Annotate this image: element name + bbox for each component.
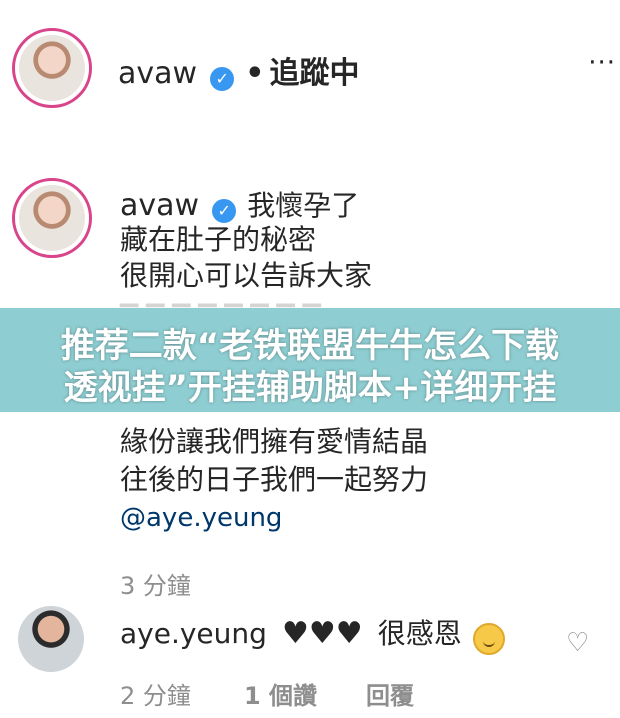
post-author-row: avaw ✓ 我懷孕了 [120,184,359,224]
caption-line-3: 很開心可以告訴大家 [120,259,373,292]
caption-line-1: 我懷孕了 [247,189,360,222]
caption-line-4: 緣份讓我們擁有愛情結晶 [120,425,429,458]
smiling-emoji-icon [472,622,505,655]
comment-likes[interactable]: 1 個讚 [244,676,317,711]
post-username[interactable]: avaw [120,188,199,223]
heart-outline-icon[interactable]: ♡ [566,628,589,658]
post-avatar[interactable] [12,178,92,258]
avatar-image [19,185,85,251]
comment-username[interactable]: aye.yeung [120,617,267,650]
comment-time: 2 分鐘 [120,682,191,710]
more-options-icon[interactable]: ··· [588,48,616,78]
comment-hearts: ♥♥♥ [282,616,363,651]
verified-badge-icon: ✓ [210,66,235,91]
avatar-image [19,35,85,101]
comment-reply-button[interactable]: 回覆 [366,676,414,711]
mention-link[interactable]: @aye.yeung [120,500,282,536]
header-separator: • [245,56,265,91]
comment-row: aye.yeung ♥♥♥ 很感恩 [120,612,505,655]
commenter-avatar[interactable] [18,606,84,672]
header-user-row: avaw ✓ • 追蹤中 [118,48,360,92]
verified-badge-icon: ✓ [212,198,237,223]
caption-line-2: 藏在肚子的秘密 [120,223,317,256]
post-timestamp: 3 分鐘 [120,572,191,600]
comment-text: 很感恩 [377,617,462,650]
header-username[interactable]: avaw [118,56,197,91]
header-avatar[interactable] [12,28,92,108]
banner-line-2: 透视挂”开挂辅助脚本+详细开挂 [63,368,557,408]
caption-line-5: 往後的日子我們一起努力 [120,463,429,496]
follow-status-button[interactable]: 追蹤中 [270,56,360,91]
